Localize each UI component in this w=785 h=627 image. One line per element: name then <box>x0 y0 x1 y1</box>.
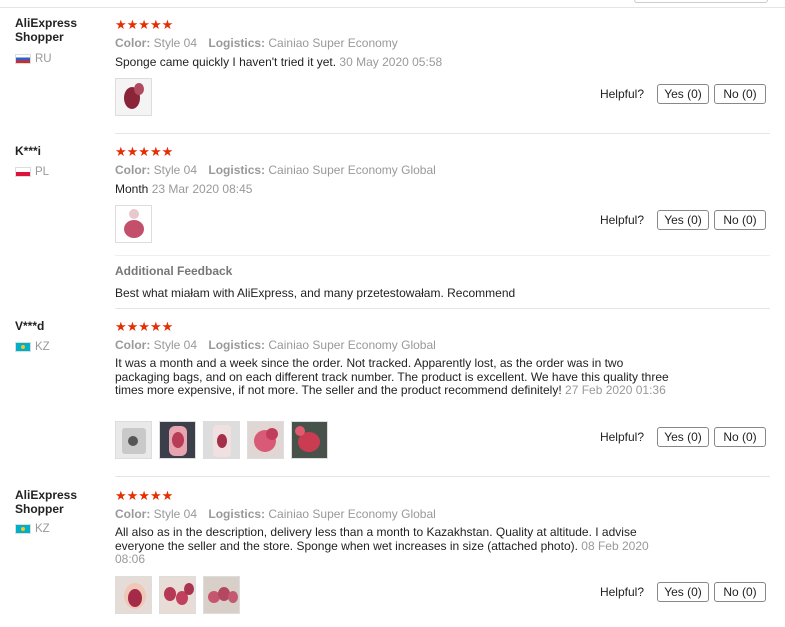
logistics-label: Logistics: <box>208 338 266 352</box>
logistics-value: Cainiao Super Economy Global <box>268 338 436 352</box>
product-meta: Color: Style 04 Logistics: Cainiao Super… <box>115 338 436 352</box>
review-photo[interactable] <box>115 576 152 614</box>
review-photos <box>115 576 240 614</box>
star-rating: ★★★★★ <box>115 17 174 32</box>
review-text: Month 23 Mar 2020 08:45 <box>115 182 253 197</box>
review-divider <box>115 476 770 477</box>
color-value: Style 04 <box>153 507 198 521</box>
helpful-controls: Helpful? Yes (0) No (0) <box>600 582 766 602</box>
reviewer-country: KZ <box>15 523 50 535</box>
color-value: Style 04 <box>153 36 198 50</box>
reviewer-name: AliExpress Shopper <box>15 488 78 516</box>
helpful-yes-button[interactable]: Yes (0) <box>657 84 709 104</box>
helpful-yes-button[interactable]: Yes (0) <box>657 210 709 230</box>
review-photo[interactable] <box>291 421 328 459</box>
logistics-value: Cainiao Super Economy <box>268 36 398 50</box>
review-body: Month <box>115 182 149 196</box>
logistics-label: Logistics: <box>208 163 266 177</box>
review-date: 27 Feb 2020 01:36 <box>565 383 666 397</box>
review-body: Sponge came quickly I haven't tried it y… <box>115 55 337 69</box>
product-meta: Color: Style 04 Logistics: Cainiao Super… <box>115 507 436 521</box>
review-body: All also as in the description, delivery… <box>115 525 637 553</box>
review-photo[interactable] <box>115 205 152 243</box>
helpful-no-button[interactable]: No (0) <box>714 582 766 602</box>
helpful-yes-button[interactable]: Yes (0) <box>657 427 709 447</box>
russia-flag-icon <box>15 54 31 64</box>
review-photo[interactable] <box>115 78 152 116</box>
review-text: It was a month and a week since the orde… <box>115 356 675 398</box>
helpful-label: Helpful? <box>599 213 644 227</box>
additional-feedback-title: Additional Feedback <box>115 264 233 278</box>
review-text: Sponge came quickly I haven't tried it y… <box>115 55 443 70</box>
product-meta: Color: Style 04 Logistics: Cainiao Super… <box>115 163 436 177</box>
review-divider <box>115 308 770 309</box>
review-date: 23 Mar 2020 08:45 <box>151 182 253 196</box>
helpful-label: Helpful? <box>599 585 644 599</box>
reviewer-country: PL <box>15 166 49 178</box>
country-code: KZ <box>35 341 50 353</box>
country-code: KZ <box>35 523 50 535</box>
additional-feedback-text: Best what miałam with AliExpress, and ma… <box>115 286 516 300</box>
star-rating: ★★★★★ <box>115 488 174 503</box>
helpful-no-button[interactable]: No (0) <box>714 210 766 230</box>
poland-flag-icon <box>15 167 31 177</box>
product-meta: Color: Style 04 Logistics: Cainiao Super… <box>115 36 398 50</box>
country-code: PL <box>35 166 50 178</box>
reviewer-name: AliExpress Shopper <box>15 16 78 44</box>
review-photo[interactable] <box>203 576 240 614</box>
review-divider <box>115 133 770 134</box>
kazakhstan-flag-icon <box>15 524 31 534</box>
reviewer-name: V***d <box>15 319 45 333</box>
helpful-label: Helpful? <box>599 430 644 444</box>
review-photo[interactable] <box>247 421 284 459</box>
review-date: 30 May 2020 05:58 <box>339 55 443 69</box>
helpful-label: Helpful? <box>599 87 644 101</box>
color-value: Style 04 <box>153 338 198 352</box>
feedback-divider <box>115 255 770 256</box>
review-text: All also as in the description, delivery… <box>115 525 680 567</box>
review-photos <box>115 421 328 459</box>
review-photo[interactable] <box>115 421 152 459</box>
logistics-value: Cainiao Super Economy Global <box>268 507 436 521</box>
color-label: Color: <box>115 36 151 50</box>
helpful-yes-button[interactable]: Yes (0) <box>657 582 709 602</box>
helpful-controls: Helpful? Yes (0) No (0) <box>600 210 766 230</box>
color-value: Style 04 <box>153 163 198 177</box>
review-photos <box>115 78 152 116</box>
sort-dropdown[interactable] <box>634 0 768 3</box>
review-photo[interactable] <box>159 576 196 614</box>
review-photo[interactable] <box>159 421 196 459</box>
reviewer-name: K***i <box>15 144 42 158</box>
country-code: RU <box>35 53 52 65</box>
helpful-no-button[interactable]: No (0) <box>714 427 766 447</box>
color-label: Color: <box>115 507 151 521</box>
color-label: Color: <box>115 163 151 177</box>
helpful-controls: Helpful? Yes (0) No (0) <box>600 84 766 104</box>
star-rating: ★★★★★ <box>115 319 174 334</box>
color-label: Color: <box>115 338 151 352</box>
logistics-label: Logistics: <box>208 36 266 50</box>
helpful-controls: Helpful? Yes (0) No (0) <box>600 427 766 447</box>
logistics-label: Logistics: <box>208 507 266 521</box>
star-rating: ★★★★★ <box>115 144 174 159</box>
top-divider <box>0 7 785 8</box>
helpful-no-button[interactable]: No (0) <box>714 84 766 104</box>
kazakhstan-flag-icon <box>15 342 31 352</box>
reviewer-country: RU <box>15 53 52 65</box>
review-photo[interactable] <box>203 421 240 459</box>
reviewer-country: KZ <box>15 341 50 353</box>
logistics-value: Cainiao Super Economy Global <box>268 163 436 177</box>
review-photos <box>115 205 152 243</box>
